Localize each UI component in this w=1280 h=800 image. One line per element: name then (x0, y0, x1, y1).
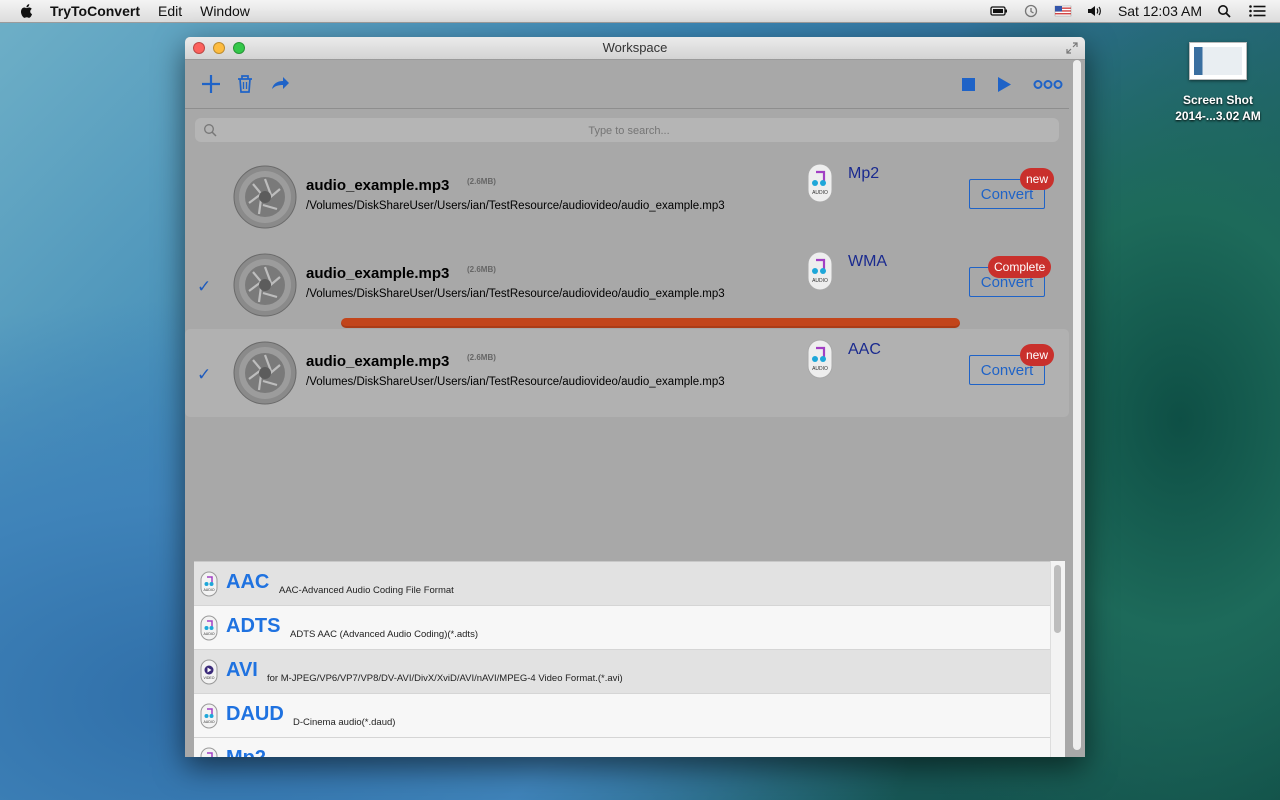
status-badge: new (1020, 344, 1055, 366)
desktop-icon-label: Screen Shot 2014-...3.02 AM (1160, 92, 1276, 124)
checkmark-icon[interactable]: ✓ (197, 277, 211, 297)
apple-logo-icon[interactable] (18, 2, 36, 20)
file-path: /Volumes/DiskShareUser/Users/ian/TestRes… (306, 376, 725, 388)
close-window-button[interactable] (193, 42, 205, 54)
share-arrow-icon[interactable] (268, 72, 292, 96)
svg-text:AUDIO: AUDIO (812, 190, 828, 196)
spotlight-search-icon[interactable] (1216, 4, 1234, 18)
desktop-icon-label-line1: Screen Shot (1182, 93, 1254, 107)
checkmark-icon[interactable]: ✓ (197, 365, 211, 385)
svg-text:AUDIO: AUDIO (812, 366, 828, 372)
minimize-window-button[interactable] (213, 42, 225, 54)
format-name: ADTS (226, 615, 281, 637)
format-list-item[interactable]: AUDIO ADTS ADTS AAC (Advanced Audio Codi… (194, 606, 1050, 650)
format-description: AAC-Advanced Audio Coding File Format (279, 585, 454, 596)
search-bar[interactable] (195, 118, 1063, 144)
svg-text:AUDIO: AUDIO (812, 278, 828, 284)
more-options-button[interactable] (1033, 72, 1063, 96)
file-size: (2.6MB) (467, 177, 496, 186)
format-list-item[interactable]: Mp2 (194, 738, 1050, 757)
audio-format-icon: AUDIO (807, 251, 833, 291)
menubar-status-area: Sat 12:03 AM (990, 0, 1280, 22)
zoom-window-button[interactable] (233, 42, 245, 54)
file-row[interactable]: ✓ audio_example.mp3 (2.6MB) /Volumes/Dis… (185, 241, 1069, 329)
stop-button[interactable] (956, 72, 980, 96)
status-badge: Complete (988, 256, 1052, 278)
format-name: DAUD (226, 703, 284, 725)
output-format-label[interactable]: WMA (848, 253, 887, 271)
format-name: Mp2 (226, 747, 266, 757)
menu-edit[interactable]: Edit (158, 3, 182, 19)
svg-text:AUDIO: AUDIO (203, 720, 214, 724)
workspace-window: Workspace audio_example.mp3 (2.6MB) /Vol… (185, 37, 1085, 757)
add-file-button[interactable] (199, 72, 223, 96)
main-scrollbar-thumb[interactable] (1073, 60, 1081, 750)
format-description: D-Cinema audio(*.daud) (293, 717, 396, 728)
status-badge: new (1020, 168, 1055, 190)
audio-format-icon: AUDIO (807, 339, 833, 379)
audio-format-icon: AUDIO (200, 571, 218, 597)
menu-app-name[interactable]: TryToConvert (50, 3, 140, 19)
format-description: for M-JPEG/VP6/VP7/VP8/DV-AVI/DivX/XviD/… (267, 673, 623, 684)
audio-disc-icon (233, 165, 297, 229)
format-list-item[interactable]: AUDIO AAC AAC-Advanced Audio Coding File… (194, 562, 1050, 606)
format-list-item[interactable]: VIDEO AVI for M-JPEG/VP6/VP7/VP8/DV-AVI/… (194, 650, 1050, 694)
window-controls (193, 42, 253, 54)
menubar-clock[interactable]: Sat 12:03 AM (1118, 3, 1202, 19)
conversion-progress-bar (341, 318, 960, 328)
battery-icon[interactable] (990, 4, 1008, 18)
menu-window[interactable]: Window (200, 3, 250, 19)
svg-text:AUDIO: AUDIO (203, 588, 214, 592)
volume-icon[interactable] (1086, 4, 1104, 18)
search-icon (204, 124, 217, 137)
format-list-scrollbar-thumb[interactable] (1054, 565, 1061, 633)
file-list: audio_example.mp3 (2.6MB) /Volumes/DiskS… (185, 153, 1069, 417)
audio-format-icon: AUDIO (200, 703, 218, 729)
fullscreen-icon[interactable] (1065, 41, 1079, 55)
file-name: audio_example.mp3 (306, 265, 450, 282)
desktop-screenshot-file[interactable]: Screen Shot 2014-...3.02 AM (1160, 42, 1276, 124)
format-list-item[interactable]: AUDIO DAUD D-Cinema audio(*.daud) (194, 694, 1050, 738)
trash-icon[interactable] (233, 72, 257, 96)
toolbar (185, 60, 1069, 109)
format-list: AUDIO AAC AAC-Advanced Audio Coding File… (194, 561, 1050, 757)
format-name: AVI (226, 659, 258, 681)
us-flag-icon[interactable] (1054, 4, 1072, 18)
file-size: (2.6MB) (467, 353, 496, 362)
file-row[interactable]: audio_example.mp3 (2.6MB) /Volumes/DiskS… (185, 153, 1069, 241)
play-button[interactable] (991, 72, 1015, 96)
audio-format-icon: AUDIO (200, 615, 218, 641)
video-format-icon: VIDEO (200, 659, 218, 685)
file-path: /Volumes/DiskShareUser/Users/ian/TestRes… (306, 200, 725, 212)
screenshot-thumbnail (1189, 42, 1247, 80)
format-list-scrollbar[interactable] (1050, 561, 1065, 757)
file-name: audio_example.mp3 (306, 177, 450, 194)
window-title: Workspace (602, 40, 668, 55)
svg-text:VIDEO: VIDEO (204, 676, 215, 680)
desktop-icon-label-line2: 2014-...3.02 AM (1175, 109, 1261, 123)
file-size: (2.6MB) (467, 265, 496, 274)
file-row[interactable]: ✓ audio_example.mp3 (2.6MB) /Volumes/Dis… (185, 329, 1069, 417)
audio-format-icon (200, 747, 218, 757)
main-scrollbar[interactable] (1073, 60, 1081, 750)
audio-disc-icon (233, 341, 297, 405)
window-titlebar[interactable]: Workspace (185, 37, 1085, 60)
search-input[interactable] (195, 118, 1063, 144)
audio-disc-icon (233, 253, 297, 317)
format-name: AAC (226, 571, 270, 593)
menu-bar: TryToConvert Edit Window Sat 12:03 AM (0, 0, 1280, 23)
output-format-label[interactable]: Mp2 (848, 165, 879, 183)
audio-format-icon: AUDIO (807, 163, 833, 203)
file-path: /Volumes/DiskShareUser/Users/ian/TestRes… (306, 288, 725, 300)
notification-center-icon[interactable] (1248, 4, 1266, 18)
output-format-label[interactable]: AAC (848, 341, 881, 359)
format-description: ADTS AAC (Advanced Audio Coding)(*.adts) (290, 629, 478, 640)
file-name: audio_example.mp3 (306, 353, 450, 370)
svg-text:AUDIO: AUDIO (203, 632, 214, 636)
time-machine-icon[interactable] (1022, 4, 1040, 18)
